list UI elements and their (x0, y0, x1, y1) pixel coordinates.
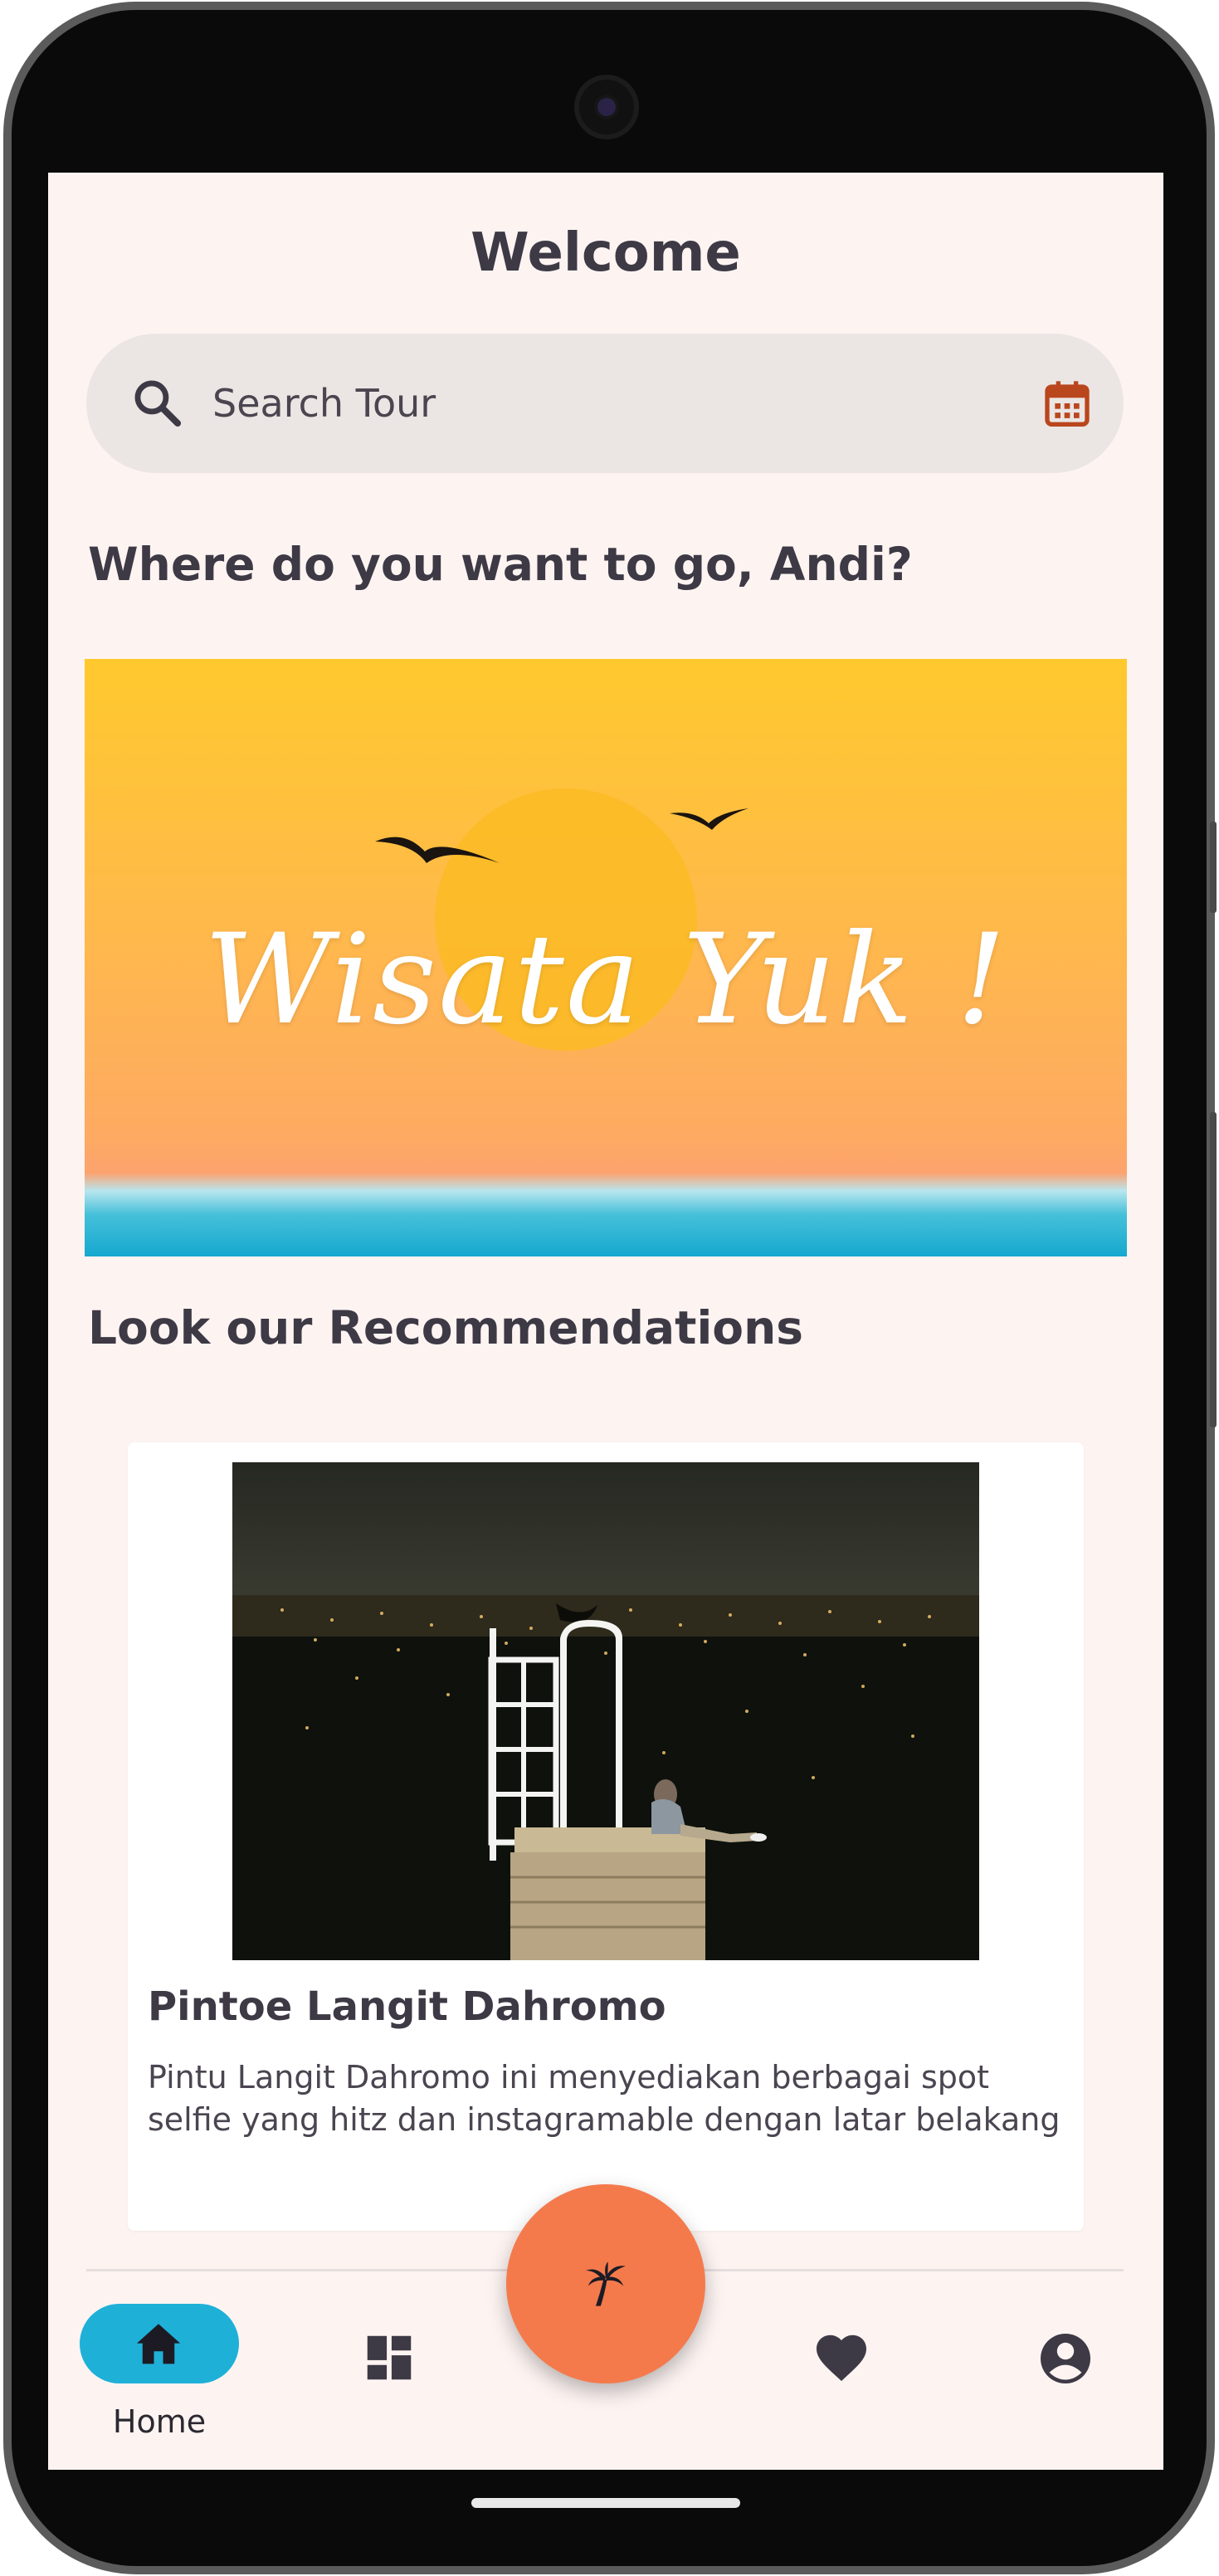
recommendations-heading: Look our Recommendations (88, 1301, 803, 1354)
recommendation-description: Pintu Langit Dahromo ini menyediakan ber… (148, 2059, 1061, 2138)
search-icon (134, 380, 182, 427)
page-title: Welcome (471, 222, 741, 284)
home-indicator[interactable] (471, 2498, 740, 2508)
nav-item-home[interactable] (80, 2304, 239, 2383)
recommendation-photo (232, 1462, 979, 1960)
recommendation-card[interactable]: Pintoe Langit Dahromo Pintu Langit Dahro… (128, 1442, 1084, 2231)
volume-button (1210, 1112, 1217, 1427)
nav-item-account[interactable] (1024, 2304, 1107, 2420)
nav-item-favorites[interactable] (800, 2304, 883, 2420)
calendar-icon[interactable] (1041, 377, 1094, 430)
app-screen: Welcome Search Tour Where do you want to… (48, 173, 1163, 2470)
promo-banner[interactable]: Wisata Yuk ! (85, 659, 1127, 1256)
nav-item-dashboard[interactable] (349, 2304, 432, 2420)
nav-item-explore-fab[interactable] (506, 2184, 705, 2383)
dashboard-icon (367, 2335, 412, 2380)
nav-label-home: Home (112, 2403, 207, 2440)
power-button (1210, 822, 1217, 913)
palm-tree-icon (586, 2261, 626, 2306)
front-camera (574, 75, 639, 139)
home-icon (136, 2324, 181, 2364)
heart-icon (817, 2334, 866, 2381)
search-input[interactable]: Search Tour (212, 334, 436, 473)
search-bar[interactable]: Search Tour (86, 334, 1124, 473)
greeting-heading: Where do you want to go, Andi? (88, 538, 913, 591)
recommendation-title: Pintoe Langit Dahromo (148, 1983, 666, 2030)
banner-title: Wisata Yuk ! (203, 908, 1008, 1052)
phone-device: Welcome Search Tour Where do you want to… (0, 0, 1219, 2576)
account-icon (1041, 2334, 1090, 2383)
